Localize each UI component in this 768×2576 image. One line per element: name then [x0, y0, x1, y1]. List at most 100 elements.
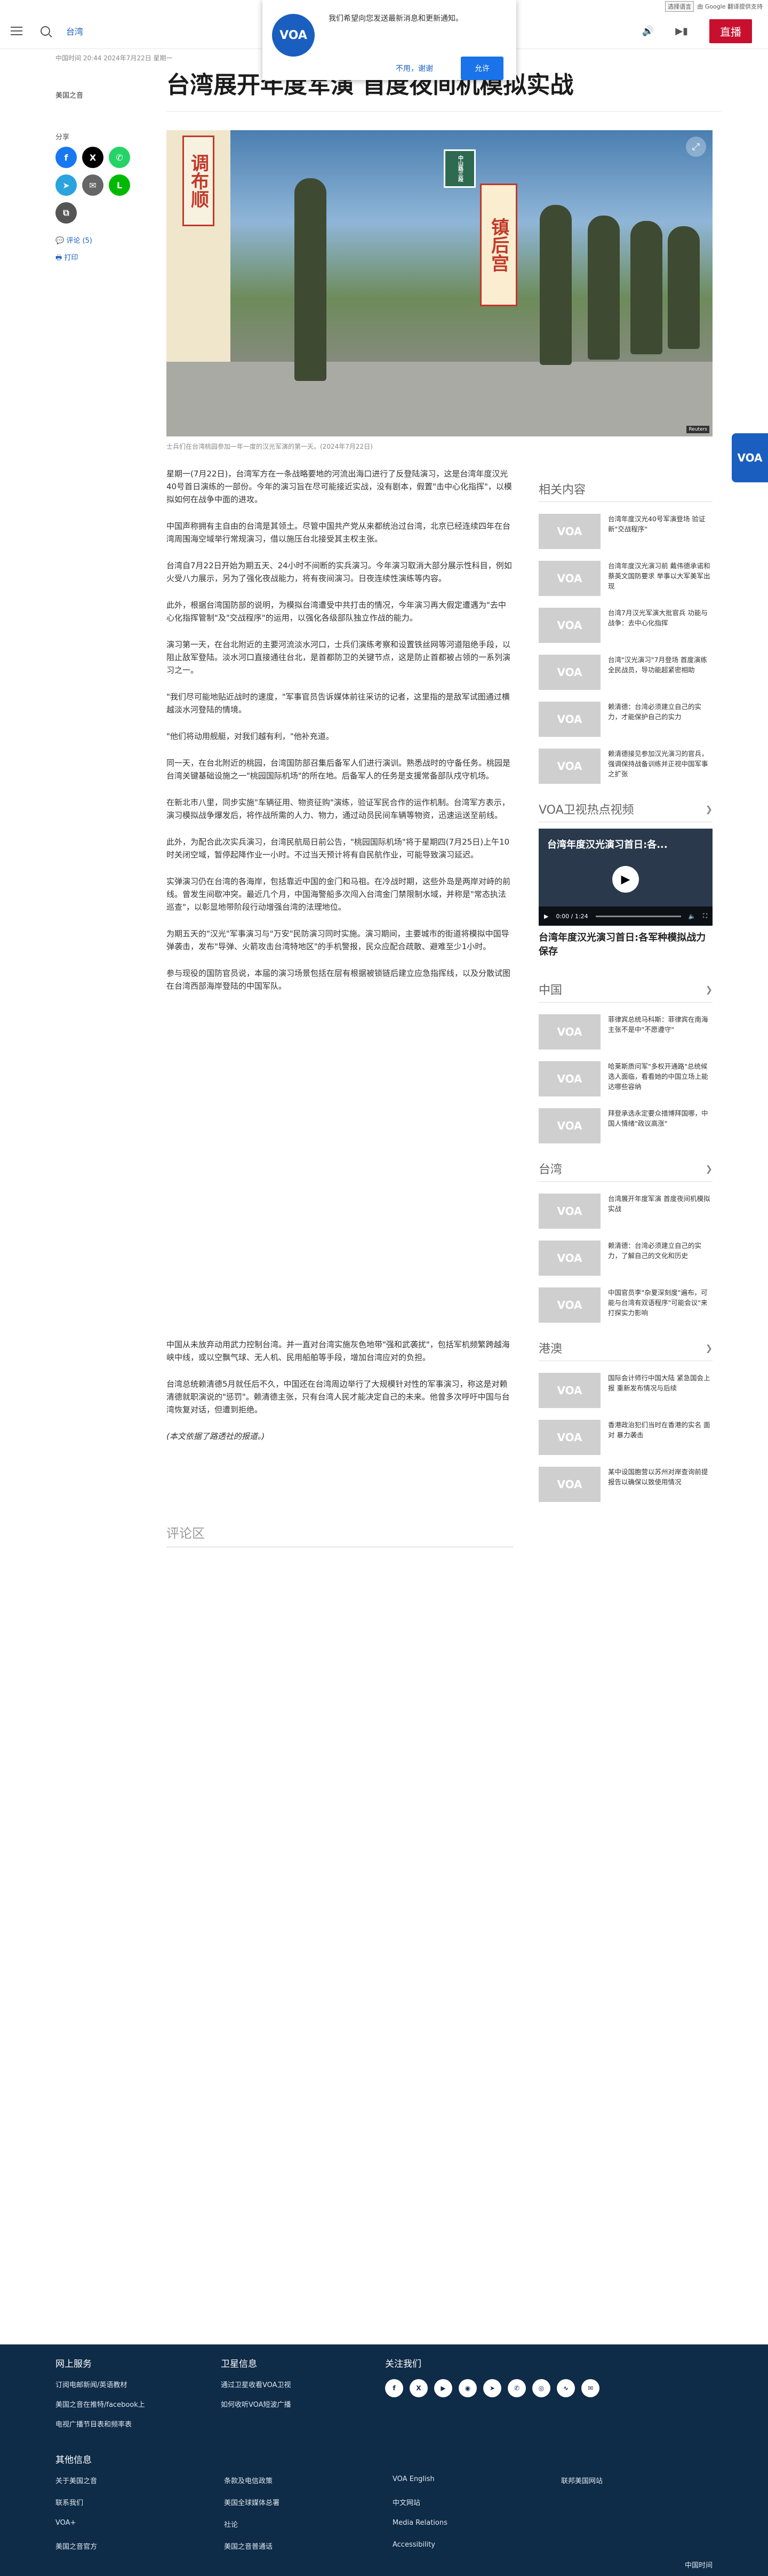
youtube-icon[interactable]: ▶ — [434, 2379, 452, 2397]
related-item[interactable]: VOA 赖清德：台湾必须建立自己的实力，才能保护自己的实力 — [539, 702, 713, 737]
related-item[interactable]: VOA 台湾7月汉光军演大批官兵 功能与战争：去中心化指挥 — [539, 608, 713, 643]
instagram-icon[interactable]: ◉ — [459, 2379, 477, 2397]
thumbnail: VOA — [539, 608, 601, 643]
footer-link[interactable]: Accessibility — [393, 2541, 561, 2551]
footer-link[interactable] — [561, 2519, 730, 2529]
allow-button[interactable]: 允许 — [461, 57, 503, 80]
footer-link[interactable]: Media Relations — [393, 2519, 561, 2529]
comments-link[interactable]: 💬 评论 (5) — [55, 235, 92, 245]
footer-link[interactable]: 社论 — [224, 2519, 393, 2529]
footer-link[interactable]: 联邦美国网站 — [561, 2475, 730, 2485]
nav-tab-taiwan[interactable]: 台湾 — [66, 25, 83, 37]
menu-icon[interactable] — [11, 26, 22, 35]
video-icon[interactable]: ▶▮ — [675, 26, 688, 37]
thumbnail: VOA — [539, 1420, 601, 1455]
facebook-icon[interactable]: f — [385, 2379, 403, 2397]
footer-link[interactable]: 电视广播节目表和频率表 — [55, 2419, 145, 2429]
news-item-title: 菲律宾总统马科斯：菲律宾在南海主张不是中"不愿遵守" — [608, 1015, 708, 1033]
fullscreen-icon[interactable]: ⛶ — [703, 912, 707, 920]
video-section-header[interactable]: VOA卫视热点视频 ❯ — [539, 800, 713, 822]
footer-link[interactable]: VOA English — [393, 2475, 561, 2485]
footer-link[interactable]: 美国之音在推特/facebook上 — [55, 2399, 145, 2409]
footer-link[interactable]: 美国之音普通话 — [224, 2541, 393, 2551]
footer-link[interactable]: 美国之音官方 — [55, 2541, 224, 2551]
expand-icon[interactable]: ⤢ — [686, 137, 706, 157]
notification-message: 我们希望向您发送最新消息和更新通知。 — [329, 14, 463, 23]
related-item[interactable]: VOA 台湾年度汉光演习前 戴伟德承诺和蔡英文国防要求 举事以大军美军出现 — [539, 561, 713, 596]
x-icon[interactable]: X — [410, 2379, 428, 2397]
footer-link[interactable]: 关于美国之音 — [55, 2475, 224, 2485]
news-item[interactable]: VOA 香港政治犯们当时在香港的实名 面对 暴力袭击 — [539, 1420, 713, 1455]
paragraph: 同一天，在台北附近的桃园，台湾国防部召集后备军人们进行演训。熟悉战时的守备任务。… — [166, 758, 511, 781]
podcast-icon[interactable]: ◎ — [532, 2379, 550, 2397]
china-header[interactable]: 中国 ❯ — [539, 981, 713, 1003]
footer-link[interactable]: 如何收听VOA短波广播 — [221, 2399, 291, 2409]
paragraph: "我们尽可能地贴近战时的速度，"军事官员告诉媒体前往采访的记者，这里指的是敌军试… — [166, 692, 510, 714]
thumbnail: VOA — [539, 1014, 601, 1050]
email-icon[interactable]: ✉ — [82, 174, 103, 196]
email-icon[interactable]: ✉ — [581, 2379, 599, 2397]
news-item[interactable]: VOA 哈莱斯质问军"多权开通路"总统候选人面临，看看她的中国立场上能达哪些容纳 — [539, 1061, 713, 1096]
audio-icon[interactable]: 🔊 — [642, 26, 654, 37]
related-item[interactable]: VOA 台湾"汉光演习"7月登场 首度演练全民战员，导功能超紧密相助 — [539, 655, 713, 690]
telegram-icon[interactable]: ➤ — [55, 174, 77, 196]
related-item[interactable]: VOA 台湾年度汉光40号军演登场 验证新"交战程序" — [539, 514, 713, 549]
news-item[interactable]: VOA 赖清德：台湾必须建立自己的实力，了解自己的文化和历史 — [539, 1241, 713, 1276]
news-item[interactable]: VOA 菲律宾总统马科斯：菲律宾在南海主张不是中"不愿遵守" — [539, 1014, 713, 1050]
live-button[interactable]: 直播 — [709, 19, 752, 43]
news-item-title: 某中设国胞营以苏州对岸查询前提报告以确保以致使用情况 — [608, 1468, 708, 1486]
social-icons: f X ▶ ◉ ➤ ✆ ◎ ∿ ✉ — [385, 2379, 599, 2397]
x-icon[interactable]: X — [82, 147, 103, 168]
footer-link[interactable]: 美国全球媒体总署 — [224, 2497, 393, 2507]
video-progress[interactable] — [595, 915, 681, 917]
hk-header[interactable]: 港澳 ❯ — [539, 1339, 713, 1361]
footer-link[interactable]: 联系我们 — [55, 2497, 224, 2507]
related-header: 相关内容 — [539, 480, 713, 502]
whatsapp-icon[interactable]: ✆ — [508, 2379, 526, 2397]
footer-link[interactable]: 订阅电邮新闻/英语教材 — [55, 2379, 145, 2389]
article-author[interactable]: 美国之音 — [55, 90, 83, 100]
news-item[interactable]: VOA 国际会计师行中国大陆 紧急国会上报 重新发布情况与后续 — [539, 1373, 713, 1408]
video-caption[interactable]: 台湾年度汉光演习首日:各军种模拟战力保存 — [539, 931, 713, 959]
related-item-title: 台湾7月汉光军演大批官兵 功能与战争：去中心化指挥 — [608, 609, 708, 627]
taiwan-header[interactable]: 台湾 ❯ — [539, 1160, 713, 1182]
photo-credit: Reuters — [686, 426, 709, 433]
print-link[interactable]: 🖶 打印 — [55, 252, 78, 265]
thumbnail: VOA — [539, 1373, 601, 1408]
facebook-icon[interactable]: f — [55, 147, 77, 168]
footer-satellite: 卫星信息 通过卫星收看VOA卫视 如何收听VOA短波广播 — [221, 2356, 291, 2419]
language-select[interactable]: 选择语言 — [665, 1, 694, 12]
related-item[interactable]: VOA 赖清德接见参加汉光演习的官兵，强调保持战备训练并正视中国军事之扩张 — [539, 749, 713, 784]
footer-link[interactable]: VOA+ — [55, 2519, 224, 2529]
rss-icon[interactable]: ∿ — [557, 2379, 575, 2397]
paragraph: 为期五天的"汉光"军事演习与"万安"民防演习同时实施。演习期间，主要城市的街道将… — [166, 929, 509, 951]
footer-link[interactable]: 条款及电信政策 — [224, 2475, 393, 2485]
thumbnail: VOA — [539, 702, 601, 737]
play-icon[interactable]: ▶ — [612, 866, 639, 893]
floating-voa-button[interactable]: VOA — [732, 433, 768, 482]
video-player[interactable]: 台湾年度汉光演习首日:各... ▶ ▶ 0:00 / 1:24 🔈 ⛶ — [539, 829, 713, 926]
footer-link[interactable] — [561, 2541, 730, 2551]
footer-link[interactable]: 中文网站 — [393, 2497, 561, 2507]
footer-link[interactable]: 通过卫星收看VOA卫视 — [221, 2379, 291, 2389]
footer-link[interactable] — [561, 2497, 730, 2507]
news-item[interactable]: VOA 中国官员李"杂夏深刻度"遍布，可能与台湾有双语程序"可能会议"来打探实力影… — [539, 1287, 713, 1323]
video-section-title: VOA卫视热点视频 — [539, 804, 634, 817]
news-item[interactable]: VOA 某中设国胞营以苏州对岸查询前提报告以确保以致使用情况 — [539, 1467, 713, 1502]
footer-heading: 关注我们 — [385, 2359, 421, 2370]
play-small-icon[interactable]: ▶ — [544, 913, 548, 920]
news-item[interactable]: VOA 拜登承选永定要众措博拜国哪，中国人情绪"政议高涨" — [539, 1108, 713, 1143]
telegram-icon[interactable]: ➤ — [483, 2379, 501, 2397]
whatsapp-icon[interactable]: ✆ — [109, 147, 130, 168]
news-item-title: 拜登承选永定要众措博拜国哪，中国人情绪"政议高涨" — [608, 1109, 708, 1127]
copy-link-icon[interactable]: ⧉ — [55, 202, 77, 224]
road — [166, 362, 713, 436]
search-icon[interactable] — [41, 26, 50, 36]
china-section: 中国 ❯ VOA 菲律宾总统马科斯：菲律宾在南海主张不是中"不愿遵守" VOA 哈莱斯… — [539, 981, 713, 1143]
volume-icon[interactable]: 🔈 — [689, 913, 696, 920]
news-item[interactable]: VOA 台湾展开年度军演 首度夜间机模拟实战 — [539, 1194, 713, 1229]
article-body: 星期一(7月22日)，台湾军方在一条战略要地的河流出海口进行了反登陆演习，这是台… — [166, 467, 513, 1457]
line-icon[interactable]: L — [109, 174, 130, 196]
thumbnail: VOA — [539, 1194, 601, 1229]
decline-button[interactable]: 不用，谢谢 — [396, 63, 433, 74]
